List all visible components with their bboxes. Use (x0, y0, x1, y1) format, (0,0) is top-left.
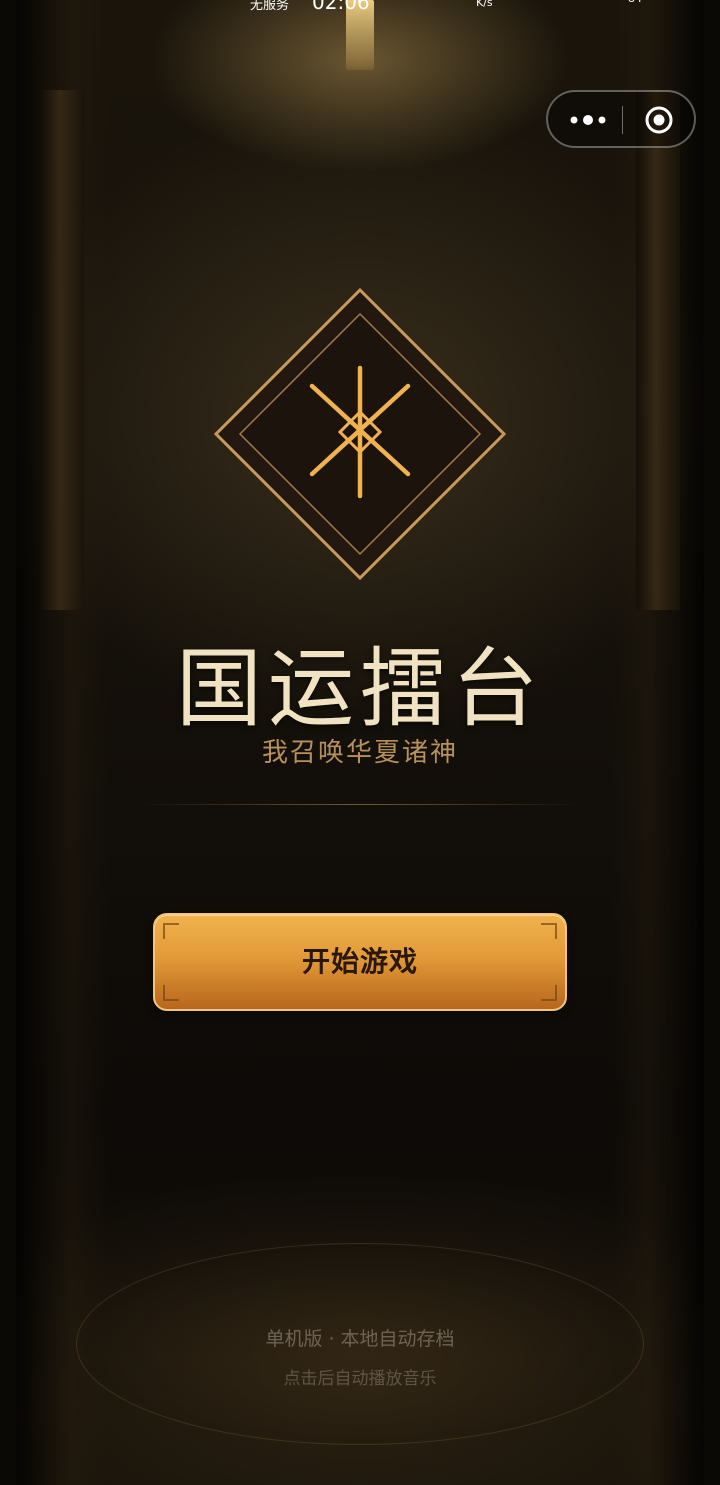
clock-text: 02:06 (312, 0, 370, 14)
mini-program-capsule (546, 90, 696, 148)
start-game-button[interactable]: 开始游戏 (153, 913, 567, 1011)
more-dots-icon[interactable] (568, 110, 608, 130)
capsule-divider (622, 106, 623, 134)
start-game-label: 开始游戏 (301, 945, 418, 978)
game-title: 国运擂台 (176, 639, 544, 739)
crossed-rune-diamond-icon (213, 287, 507, 581)
network-speed-unit: K/s (476, 0, 493, 9)
carrier-text: 无服务 (250, 0, 290, 13)
left-pillar (40, 90, 84, 610)
right-pillar (636, 90, 680, 610)
title-divider (140, 804, 580, 805)
music-note: 点击后自动播放音乐 (283, 1369, 437, 1389)
game-subtitle: 我召唤华夏诸神 (261, 738, 458, 768)
target-circle-icon[interactable] (644, 105, 674, 135)
save-mode-note: 单机版 · 本地自动存档 (265, 1328, 455, 1350)
battery-level: 84 (628, 0, 642, 5)
status-bar: 无服务 02:06 K/s 84 (0, 0, 720, 14)
